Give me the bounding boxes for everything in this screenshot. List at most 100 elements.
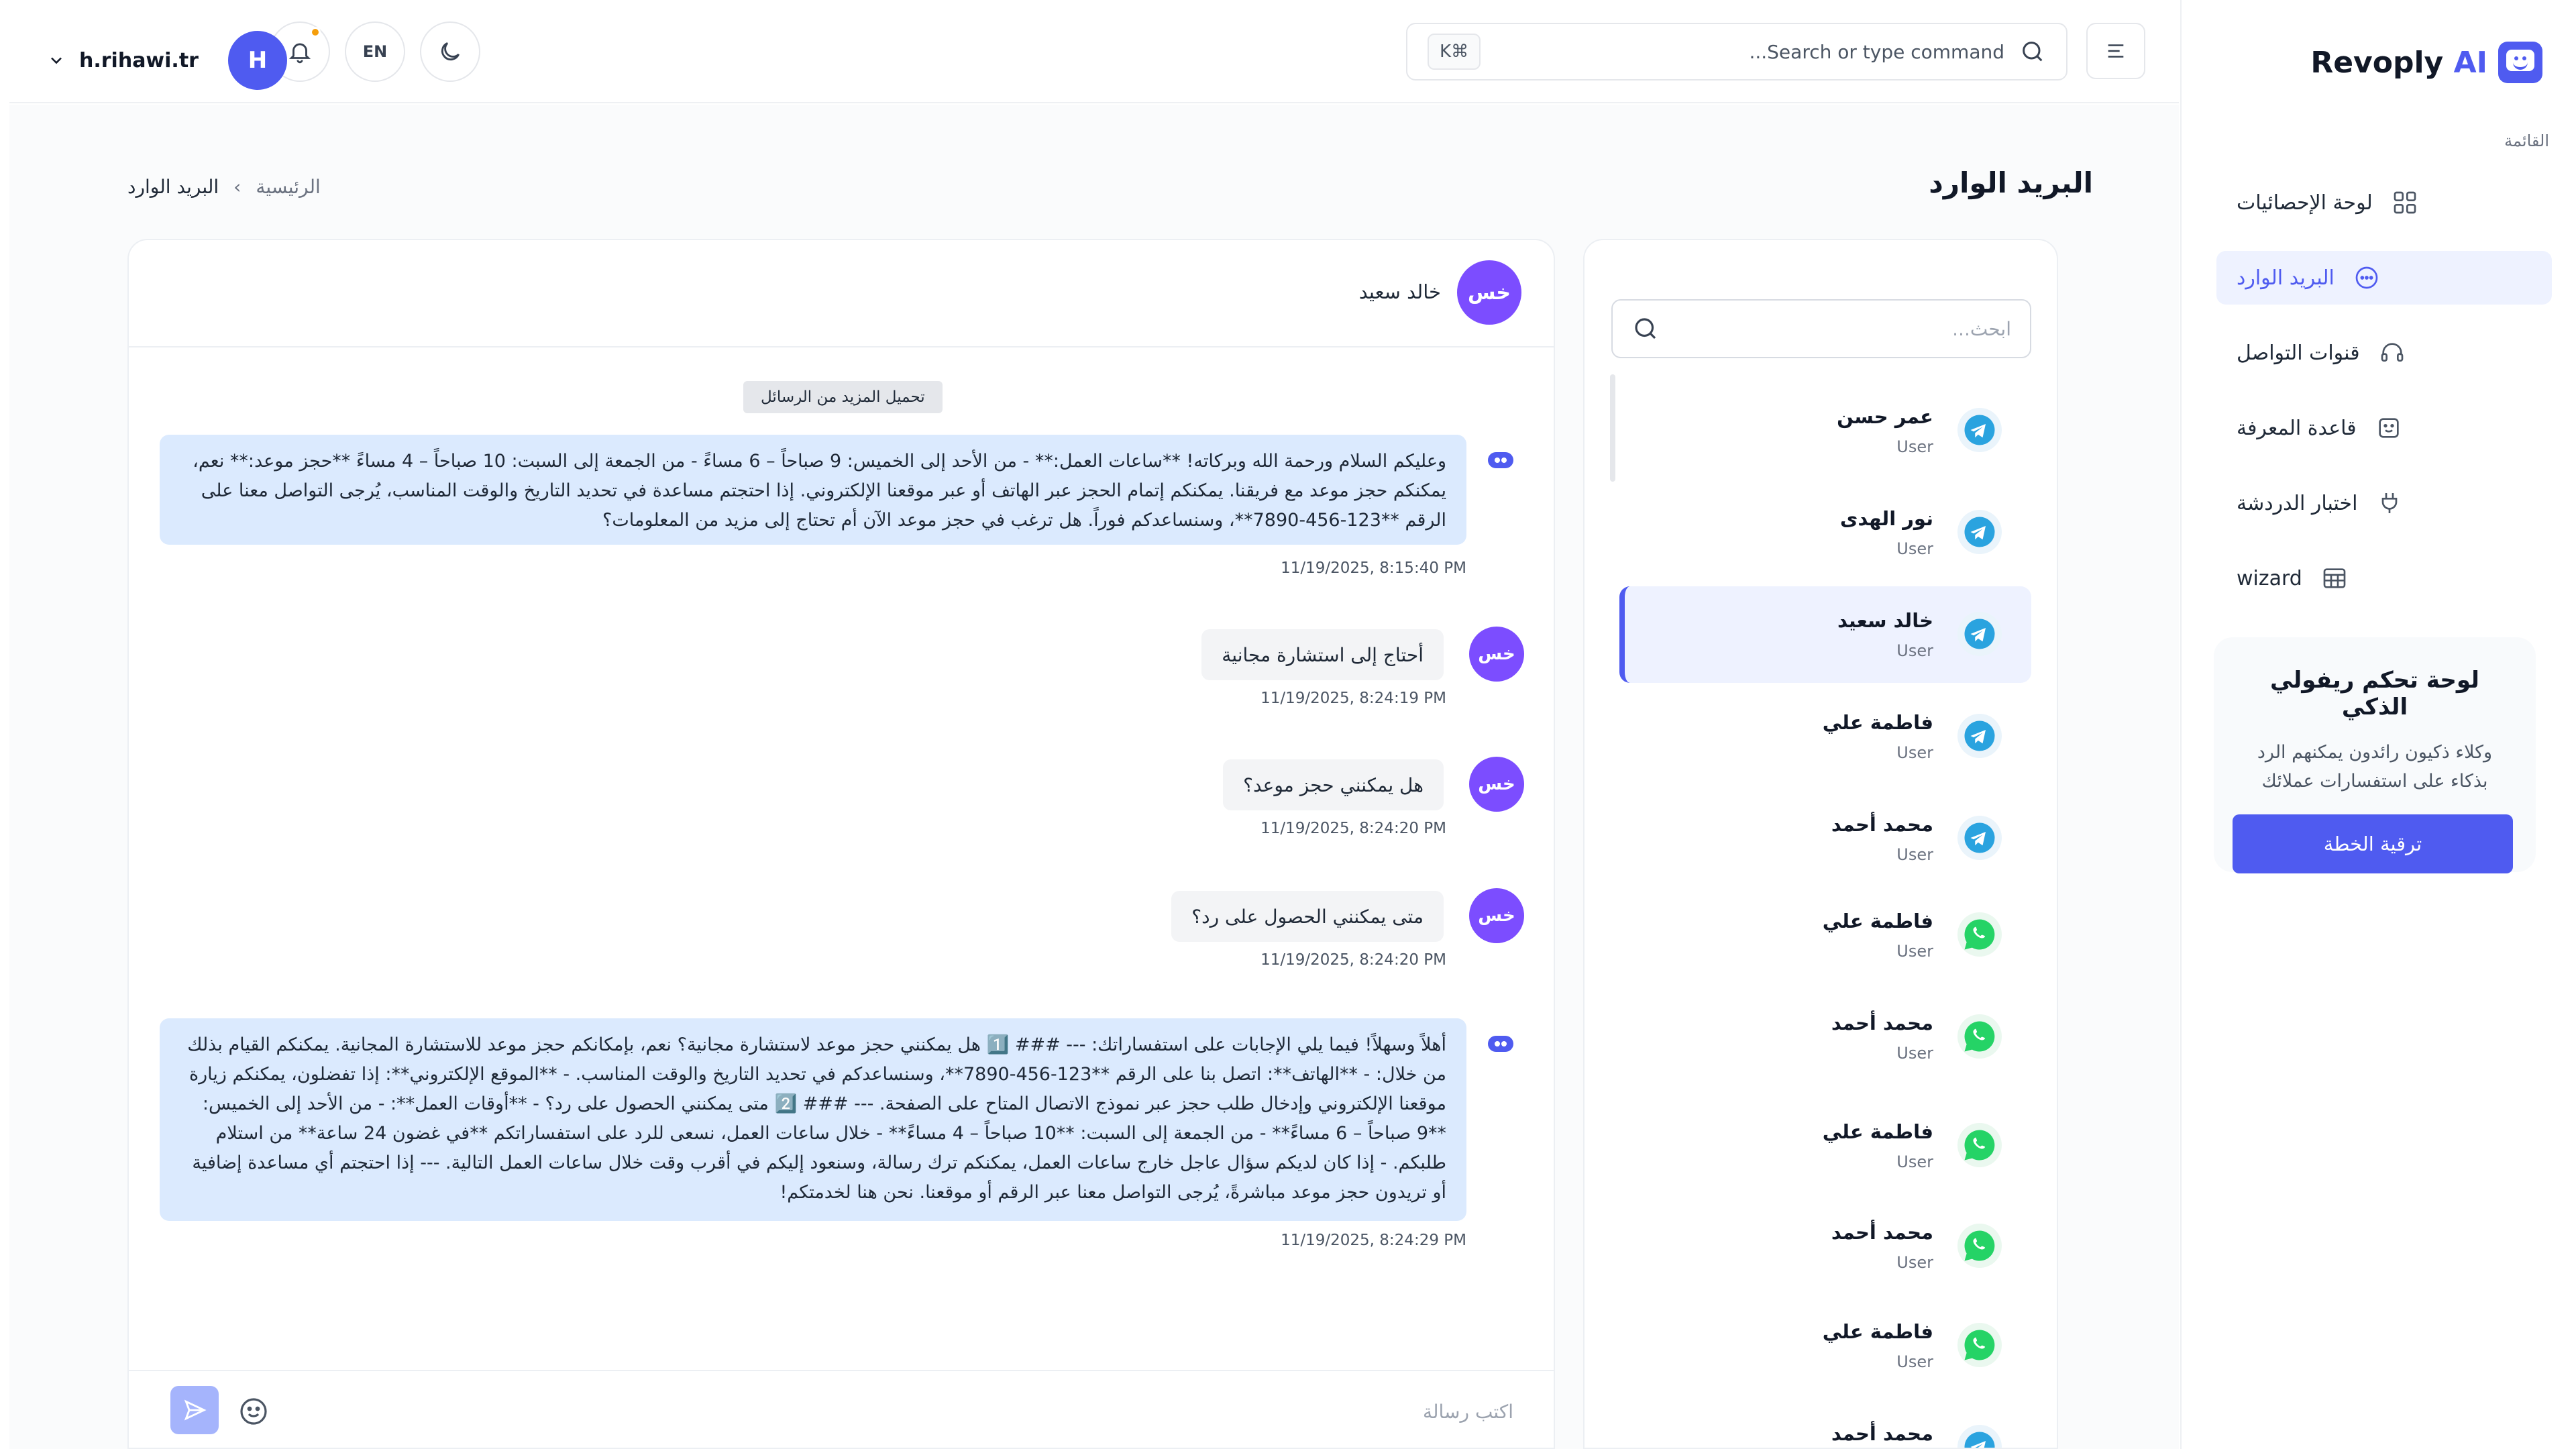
whatsapp-icon: [1957, 1014, 2002, 1059]
sidebar-item-chat-test[interactable]: اختبار الدردشة: [2216, 476, 2552, 530]
menu-icon: [2108, 44, 2124, 58]
sidebar-item-knowledge-base[interactable]: قاعدة المعرفة: [2216, 401, 2552, 455]
search-icon: [2023, 42, 2043, 62]
whatsapp-icon: [1957, 1323, 2002, 1367]
contact-avatar: خس: [1457, 260, 1521, 325]
sidebar-item-label: لوحة الإحصائيات: [2237, 191, 2373, 215]
breadcrumb: البريد الوارد ‹ الرئيسية: [127, 176, 321, 198]
upgrade-card: لوحة تحكم ريفولي الذكي وكلاء ذكيون رائدو…: [2214, 637, 2536, 874]
breadcrumb-separator: ‹: [233, 176, 241, 198]
table-icon: [2321, 565, 2348, 592]
user-message-avatar: خس: [1469, 888, 1524, 943]
user-message-avatar: خس: [1469, 757, 1524, 812]
brand-bot-icon: [2498, 42, 2542, 83]
conversation-item[interactable]: فاطمة علي User: [1619, 1097, 2031, 1194]
message-time: 11/19/2025, 8:15:40 PM: [1281, 559, 1466, 577]
sidebar-item-label: قاعدة المعرفة: [2237, 416, 2357, 440]
sidebar-item-wizard[interactable]: wizard: [2216, 551, 2552, 605]
conversation-name: محمد أحمد: [1831, 813, 1933, 836]
sidebar-toggle-button[interactable]: [2086, 23, 2145, 79]
user-message-avatar: خس: [1469, 627, 1524, 682]
moon-icon: [441, 42, 460, 61]
message-time: 11/19/2025, 8:24:20 PM: [1260, 951, 1446, 969]
conversation-item[interactable]: محمد أحمدUser: [1619, 1198, 2031, 1295]
message-time: 11/19/2025, 8:24:19 PM: [1260, 690, 1446, 707]
bot-icon: [1488, 452, 1513, 468]
user-avatar: H: [227, 31, 287, 90]
message-composer: [129, 1370, 1554, 1448]
message-user: أحتاج إلى استشارة مجانية: [1201, 629, 1444, 680]
sidebar-item-dashboard[interactable]: لوحة الإحصائيات: [2216, 176, 2552, 229]
telegram-icon: [1957, 1425, 2002, 1448]
load-more-button[interactable]: تحميل المزيد من الرسائل: [743, 381, 943, 413]
conversation-list: عمر حسنUserنور الهدىUserخالد سعيدUserفاط…: [1583, 239, 2058, 1449]
message-input[interactable]: [440, 1391, 1513, 1432]
conversation-role: User: [1896, 942, 1933, 961]
chat-panel: خس خالد سعيد تحميل المزيد من الرسائل وعل…: [127, 239, 1555, 1449]
chat-bubble-icon: [2353, 264, 2380, 291]
conversation-search-input[interactable]: [1660, 317, 2011, 340]
conversation-item[interactable]: فاطمة علي User: [1619, 688, 2031, 785]
conversation-item[interactable]: محمد أحمدUser: [1619, 1399, 2031, 1448]
contact-name: خالد سعيد: [1358, 280, 1441, 303]
chat-header: خس خالد سعيد: [129, 240, 1554, 347]
conversation-item[interactable]: فاطمة علي User: [1619, 887, 2031, 983]
command-search[interactable]: ⌘K: [1406, 23, 2068, 80]
conversation-item[interactable]: محمد أحمد User: [1619, 790, 2031, 887]
sidebar-item-label: البريد الوارد: [2237, 266, 2334, 290]
conversation-role: User: [1896, 1352, 1933, 1371]
telegram-icon: [1957, 714, 2002, 758]
conversation-item[interactable]: محمد أحمد User: [1619, 989, 2031, 1085]
send-icon: [184, 1399, 207, 1421]
upgrade-plan-button[interactable]: ترقية الخطة: [2233, 814, 2513, 874]
conversation-role: User: [1896, 1152, 1933, 1171]
breadcrumb-current: البريد الوارد: [127, 176, 219, 198]
user-menu[interactable]: h.rihawi.tr H: [47, 31, 287, 90]
conversation-search[interactable]: [1611, 299, 2031, 358]
whatsapp-icon: [1957, 912, 2002, 957]
upgrade-title: لوحة تحكم ريفولي الذكي: [2270, 667, 2479, 720]
theme-toggle-button[interactable]: [420, 21, 480, 82]
conversation-role: User: [1896, 641, 1933, 660]
headset-icon: [2379, 339, 2406, 366]
telegram-icon: [1957, 510, 2002, 554]
message-time: 11/19/2025, 8:24:29 PM: [1281, 1232, 1466, 1249]
shortcut-badge: ⌘K: [1428, 34, 1481, 70]
conversation-item[interactable]: خالد سعيد User: [1619, 586, 2031, 683]
plug-icon: [2376, 490, 2403, 517]
conversation-item[interactable]: فاطمة علي User: [1619, 1297, 2031, 1394]
top-bar: ⌘K EN h.rihawi.tr H: [9, 0, 2179, 103]
conversation-name: خالد سعيد: [1837, 609, 1933, 632]
menu-heading: القائمة: [2504, 131, 2549, 150]
conversation-role: User: [1896, 539, 1933, 558]
list-scrollbar[interactable]: [1610, 374, 1615, 482]
brand-name: Revoply AI: [2310, 45, 2487, 80]
sidebar-item-channels[interactable]: قنوات التواصل: [2216, 326, 2552, 380]
message-time: 11/19/2025, 8:24:20 PM: [1260, 820, 1446, 837]
conversation-name: فاطمة علي: [1822, 1320, 1933, 1343]
sidebar-nav: لوحة الإحصائيات البريد الوارد قنوات التو…: [2216, 176, 2552, 627]
conversation-item[interactable]: عمر حسن User: [1619, 382, 2031, 479]
message-user: متى يمكنني الحصول على رد؟: [1171, 891, 1444, 942]
conversation-name: محمد أحمد: [1831, 1012, 1933, 1034]
conversation-item[interactable]: نور الهدى User: [1619, 484, 2031, 581]
message-bot: وعليكم السلام ورحمة الله وبركاته! **ساعا…: [160, 435, 1466, 545]
conversation-role: User: [1896, 1044, 1933, 1063]
language-button[interactable]: EN: [345, 21, 405, 82]
command-search-input[interactable]: [1481, 40, 2004, 63]
conversation-role: User: [1896, 845, 1933, 864]
conversation-name: محمد أحمد: [1831, 1221, 1933, 1244]
brand-logo[interactable]: Revoply AI: [2310, 42, 2542, 83]
send-button[interactable]: [170, 1386, 219, 1434]
chevron-down-icon: [51, 57, 62, 64]
conversation-name: نور الهدى: [1839, 507, 1933, 530]
sidebar-item-inbox[interactable]: البريد الوارد: [2216, 251, 2552, 305]
sidebar: Revoply AI القائمة لوحة الإحصائيات البري…: [2180, 0, 2576, 1449]
emoji-icon[interactable]: [237, 1395, 270, 1428]
sidebar-item-label: قنوات التواصل: [2237, 341, 2360, 365]
breadcrumb-home[interactable]: الرئيسية: [256, 176, 320, 198]
whatsapp-icon: [1957, 1123, 2002, 1167]
message-user: هل يمكنني حجز موعد؟: [1223, 759, 1444, 810]
search-icon: [1635, 318, 1656, 339]
whatsapp-icon: [1957, 1224, 2002, 1268]
